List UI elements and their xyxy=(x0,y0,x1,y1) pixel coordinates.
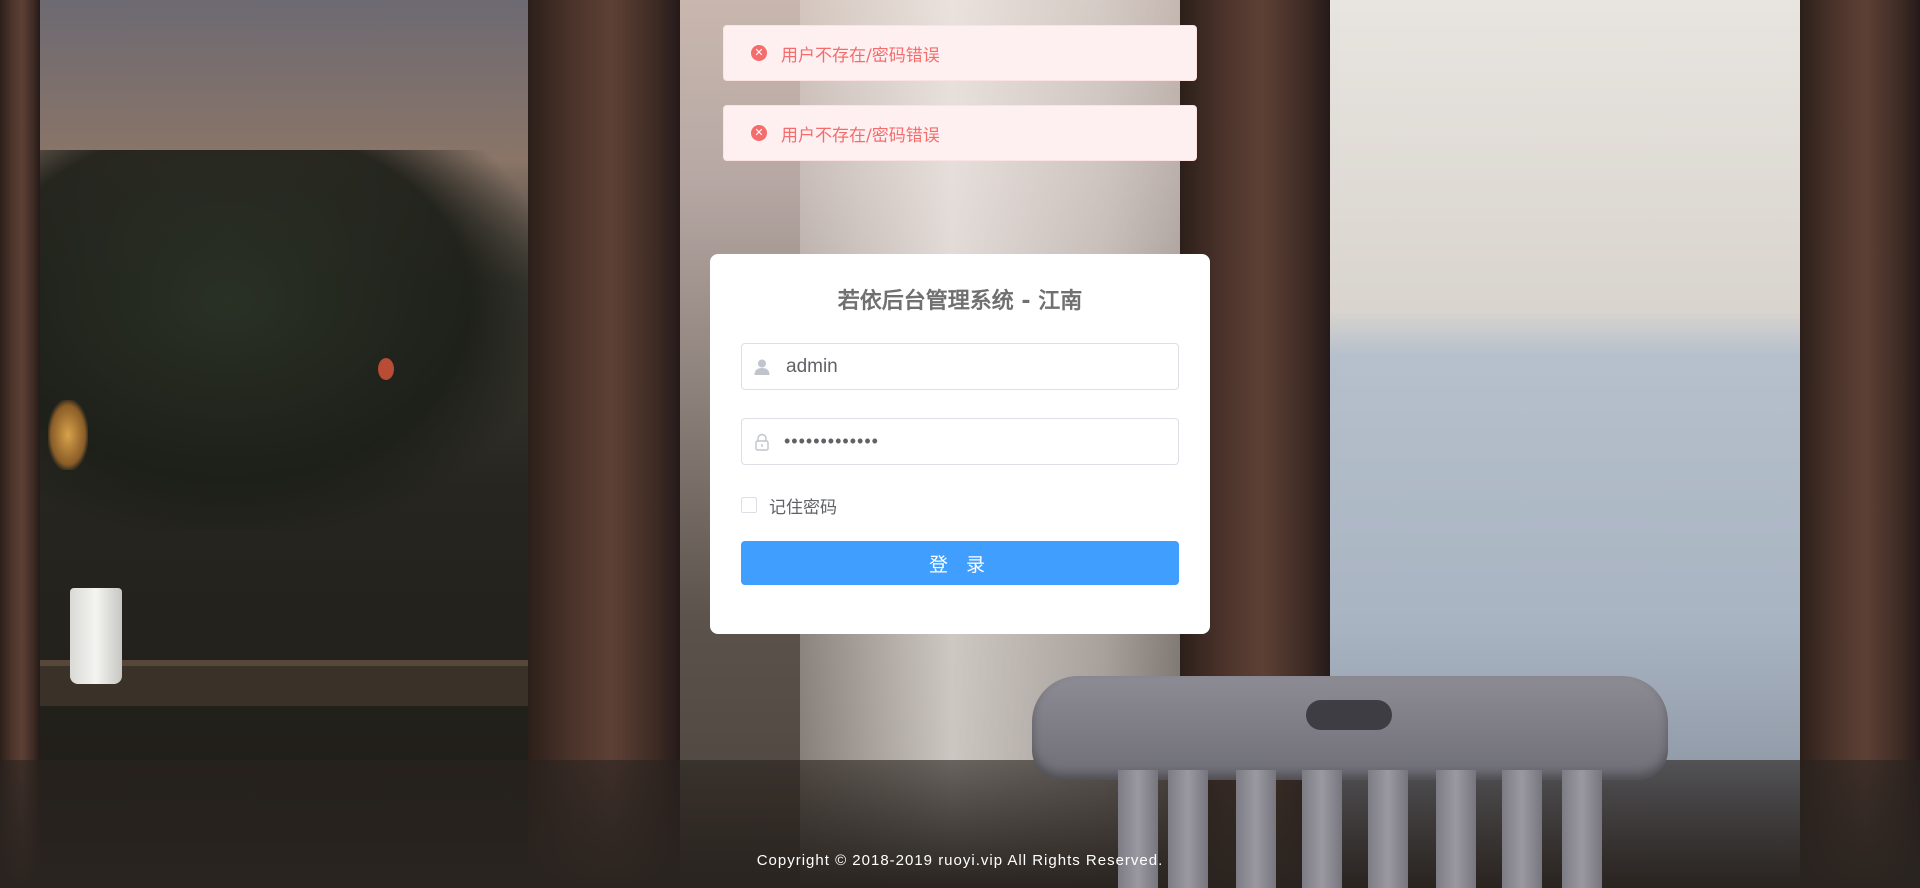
error-message-text: 用户不存在/密码错误 xyxy=(781,125,940,146)
username-input[interactable] xyxy=(784,354,1168,379)
remember-password[interactable]: 记住密码 xyxy=(741,493,1179,518)
error-message: ✕ 用户不存在/密码错误 xyxy=(723,105,1197,161)
remember-checkbox[interactable] xyxy=(741,497,757,513)
login-button[interactable]: 登 录 xyxy=(741,541,1179,585)
password-field[interactable]: ••••••••••••• xyxy=(741,418,1179,465)
username-field[interactable] xyxy=(741,343,1179,390)
lock-icon xyxy=(752,432,772,452)
password-input[interactable]: ••••••••••••• xyxy=(784,431,1164,452)
login-form: 若依后台管理系统 - 江南 ••••••••••••• 记住密码 登 录 xyxy=(710,254,1210,634)
error-circle-icon: ✕ xyxy=(751,125,767,141)
error-message-text: 用户不存在/密码错误 xyxy=(781,45,940,66)
error-message: ✕ 用户不存在/密码错误 xyxy=(723,25,1197,81)
login-title: 若依后台管理系统 - 江南 xyxy=(837,289,1083,314)
footer-copyright: Copyright © 2018-2019 ruoyi.vip All Righ… xyxy=(756,852,1164,869)
remember-label[interactable]: 记住密码 xyxy=(769,493,837,518)
error-circle-icon: ✕ xyxy=(751,45,767,61)
user-icon xyxy=(752,357,772,377)
